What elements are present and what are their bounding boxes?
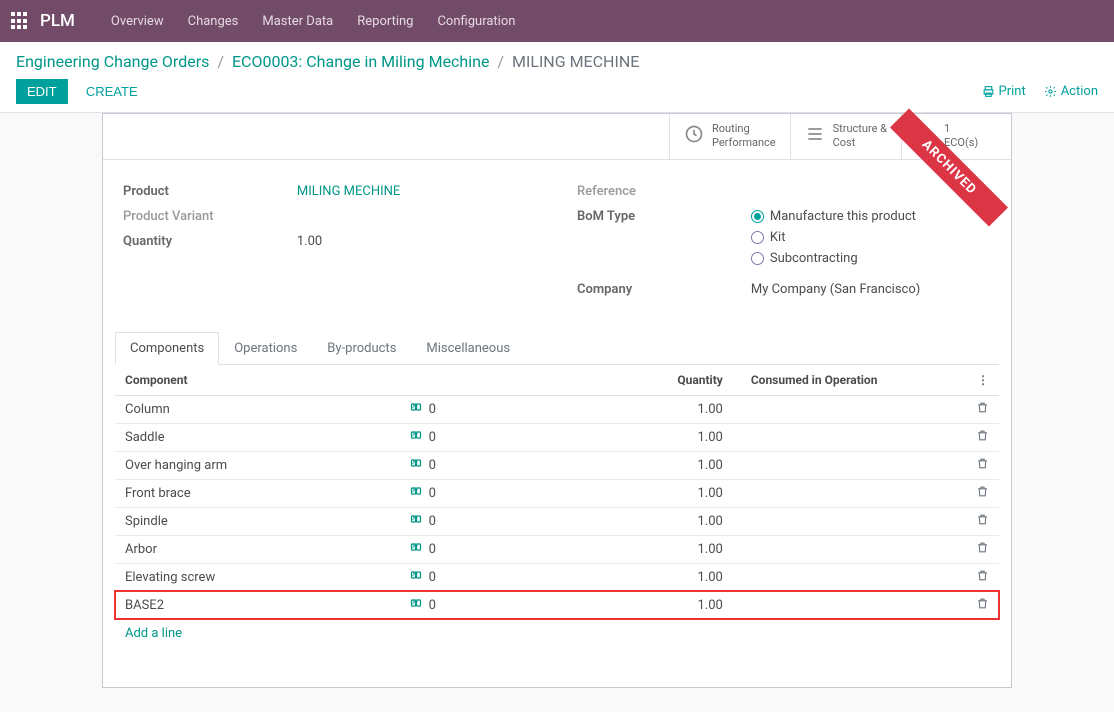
internal-link-icon[interactable] bbox=[410, 514, 422, 528]
company-label: Company bbox=[577, 282, 751, 297]
ref-value: 0 bbox=[429, 514, 436, 529]
reference-label: Reference bbox=[577, 184, 751, 199]
tab[interactable]: Operations bbox=[219, 332, 312, 365]
tab[interactable]: Components bbox=[115, 332, 219, 365]
table-row[interactable]: Elevating screw 0 1.00 bbox=[115, 563, 999, 591]
qty-label: Quantity bbox=[123, 234, 297, 249]
nav-item[interactable]: Reporting bbox=[345, 14, 425, 29]
nav-item[interactable]: Overview bbox=[99, 14, 176, 29]
bom-radio[interactable]: Kit bbox=[751, 230, 991, 245]
table-row[interactable]: Arbor 0 1.00 bbox=[115, 535, 999, 563]
component-cell: Elevating screw bbox=[115, 563, 400, 591]
component-cell: Over hanging arm bbox=[115, 451, 400, 479]
form-sheet: RoutingPerformance Structure &Cost 1ECO(… bbox=[102, 113, 1012, 688]
col-component: Component bbox=[115, 365, 400, 396]
table-row[interactable]: Spindle 0 1.00 bbox=[115, 507, 999, 535]
gears-icon bbox=[916, 124, 936, 149]
ref-value: 0 bbox=[429, 570, 436, 585]
breadcrumb-current: MILING MECHINE bbox=[512, 52, 639, 71]
edit-button[interactable]: EDIT bbox=[16, 79, 68, 104]
qty-cell: 1.00 bbox=[448, 591, 733, 619]
component-cell: BASE2 bbox=[115, 591, 400, 619]
table-row[interactable]: Column 0 1.00 bbox=[115, 395, 999, 423]
qty-cell: 1.00 bbox=[448, 507, 733, 535]
nav-item[interactable]: Configuration bbox=[425, 14, 527, 29]
print-button[interactable]: Print bbox=[982, 84, 1026, 99]
ref-value: 0 bbox=[429, 486, 436, 501]
qty-cell: 1.00 bbox=[448, 535, 733, 563]
component-cell: Arbor bbox=[115, 535, 400, 563]
breadcrumb: Engineering Change Orders / ECO0003: Cha… bbox=[16, 52, 1098, 71]
ref-value: 0 bbox=[429, 458, 436, 473]
breadcrumb-link[interactable]: Engineering Change Orders bbox=[16, 52, 209, 71]
kebab-icon[interactable]: ⋮ bbox=[977, 373, 989, 387]
control-panel: Engineering Change Orders / ECO0003: Cha… bbox=[0, 42, 1114, 113]
internal-link-icon[interactable] bbox=[410, 458, 422, 472]
table-row[interactable]: Over hanging arm 0 1.00 bbox=[115, 451, 999, 479]
trash-icon[interactable] bbox=[976, 401, 989, 418]
internal-link-icon[interactable] bbox=[410, 570, 422, 584]
nav-item[interactable]: Changes bbox=[176, 14, 251, 29]
qty-cell: 1.00 bbox=[448, 451, 733, 479]
trash-icon[interactable] bbox=[976, 541, 989, 558]
bomtype-label: BoM Type bbox=[577, 209, 751, 272]
product-label: Product bbox=[123, 184, 297, 199]
ref-value: 0 bbox=[429, 402, 436, 417]
action-button[interactable]: Action bbox=[1044, 84, 1098, 99]
list-icon bbox=[805, 124, 825, 149]
qty-cell: 1.00 bbox=[448, 563, 733, 591]
internal-link-icon[interactable] bbox=[410, 598, 422, 612]
variant-label: Product Variant bbox=[123, 209, 297, 224]
print-icon bbox=[982, 85, 995, 98]
breadcrumb-link[interactable]: ECO0003: Change in Miling Mechine bbox=[232, 52, 490, 71]
create-button[interactable]: CREATE bbox=[75, 79, 149, 104]
ref-value: 0 bbox=[429, 598, 436, 613]
add-line[interactable]: Add a line bbox=[115, 620, 999, 647]
topbar: PLM OverviewChangesMaster DataReportingC… bbox=[0, 0, 1114, 42]
app-brand: PLM bbox=[40, 11, 75, 31]
stat-routing[interactable]: RoutingPerformance bbox=[669, 114, 790, 159]
col-consumed: Consumed in Operation⋮ bbox=[733, 365, 999, 396]
component-cell: Column bbox=[115, 395, 400, 423]
bom-radio[interactable]: Manufacture this product bbox=[751, 209, 991, 224]
stat-structure[interactable]: Structure &Cost bbox=[790, 114, 901, 159]
trash-icon[interactable] bbox=[976, 513, 989, 530]
trash-icon[interactable] bbox=[976, 569, 989, 586]
internal-link-icon[interactable] bbox=[410, 430, 422, 444]
table-row[interactable]: Front brace 0 1.00 bbox=[115, 479, 999, 507]
qty-cell: 1.00 bbox=[448, 423, 733, 451]
radio-icon bbox=[751, 231, 764, 244]
company-value: My Company (San Francisco) bbox=[751, 282, 991, 297]
ref-value: 0 bbox=[429, 542, 436, 557]
product-link[interactable]: MILING MECHINE bbox=[297, 184, 400, 199]
internal-link-icon[interactable] bbox=[410, 402, 422, 416]
component-cell: Saddle bbox=[115, 423, 400, 451]
clock-icon bbox=[684, 124, 704, 149]
tab[interactable]: Miscellaneous bbox=[411, 332, 525, 365]
gear-icon bbox=[1044, 85, 1057, 98]
component-cell: Spindle bbox=[115, 507, 400, 535]
bom-radio[interactable]: Subcontracting bbox=[751, 251, 991, 266]
apps-icon[interactable] bbox=[8, 9, 32, 33]
nav-item[interactable]: Master Data bbox=[250, 14, 345, 29]
radio-icon bbox=[751, 252, 764, 265]
qty-cell: 1.00 bbox=[448, 479, 733, 507]
trash-icon[interactable] bbox=[976, 429, 989, 446]
radio-icon bbox=[751, 210, 764, 223]
internal-link-icon[interactable] bbox=[410, 542, 422, 556]
trash-icon[interactable] bbox=[976, 485, 989, 502]
ref-value: 0 bbox=[429, 430, 436, 445]
qty-cell: 1.00 bbox=[448, 395, 733, 423]
components-table: Component Quantity Consumed in Operation… bbox=[115, 365, 999, 620]
stat-eco[interactable]: 1ECO(s) bbox=[901, 114, 1011, 159]
table-row[interactable]: Saddle 0 1.00 bbox=[115, 423, 999, 451]
component-cell: Front brace bbox=[115, 479, 400, 507]
internal-link-icon[interactable] bbox=[410, 486, 422, 500]
trash-icon[interactable] bbox=[976, 457, 989, 474]
qty-value: 1.00 bbox=[297, 234, 537, 249]
col-quantity: Quantity bbox=[448, 365, 733, 396]
trash-icon[interactable] bbox=[976, 597, 989, 614]
table-row[interactable]: BASE2 0 1.00 bbox=[115, 591, 999, 619]
tab[interactable]: By-products bbox=[312, 332, 411, 365]
